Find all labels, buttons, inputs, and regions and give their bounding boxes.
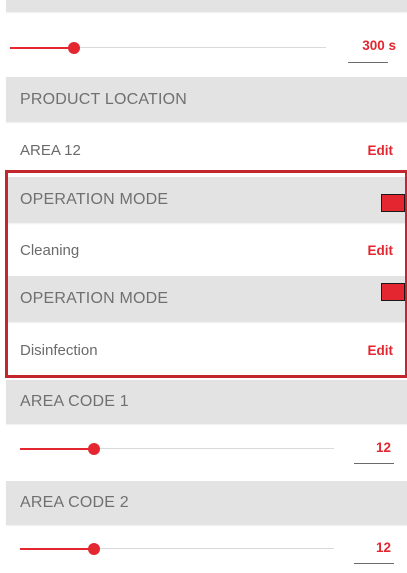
operation-mode-2-edit-button[interactable]: Edit (368, 343, 394, 358)
operation-mode-1-header: OPERATION MODE (6, 177, 407, 223)
area-code-1-track-fill (20, 448, 94, 450)
area-code-2-value[interactable]: 12 (346, 540, 391, 555)
operation-mode-2-toggle[interactable] (381, 283, 405, 301)
area-code-1-value-underline (354, 463, 394, 464)
cleaning-time-value-underline (348, 62, 388, 63)
area-code-2-header: AREA CODE 2 (6, 481, 407, 525)
operation-mode-1-edit-button[interactable]: Edit (368, 243, 394, 258)
area-code-2-track-fill (20, 548, 94, 550)
product-location-title: PRODUCT LOCATION (20, 90, 188, 108)
area-code-1-value[interactable]: 12 (346, 440, 391, 455)
area-code-1-slider-row: 12 (6, 426, 407, 478)
cleaning-time-slider-thumb[interactable] (68, 42, 80, 54)
operation-mode-2-title: OPERATION MODE (20, 290, 169, 307)
area-code-2-title: AREA CODE 2 (20, 494, 129, 511)
cleaning-time-track[interactable] (74, 47, 326, 48)
operation-mode-1-row: Cleaning Edit (6, 226, 407, 274)
area-code-2-track[interactable] (94, 548, 334, 549)
cleaning-time-track-fill (10, 47, 74, 49)
cleaning-time-value[interactable]: 300 s (346, 38, 396, 53)
product-location-edit-button[interactable]: Edit (368, 143, 394, 158)
operation-mode-1-toggle[interactable] (381, 194, 405, 212)
area-code-1-title: AREA CODE 1 (20, 393, 129, 410)
area-code-2-slider-row: 12 (6, 527, 407, 573)
area-code-1-header: AREA CODE 1 (6, 380, 407, 424)
cleaning-time-header (6, 0, 407, 12)
operation-mode-1-title: OPERATION MODE (20, 191, 169, 208)
area-code-1-slider-thumb[interactable] (88, 443, 100, 455)
operation-mode-2-value: Disinfection (20, 341, 98, 359)
operation-mode-1-value: Cleaning (20, 241, 80, 259)
area-code-2-value-underline (354, 563, 394, 564)
area-code-2-slider-thumb[interactable] (88, 543, 100, 555)
cleaning-time-slider-row: 300 s (6, 22, 407, 76)
area-code-1-track[interactable] (94, 448, 334, 449)
product-location-header: PRODUCT LOCATION (6, 77, 407, 122)
product-location-row: AREA 12 Edit (6, 126, 407, 174)
product-location-value: AREA 12 (20, 141, 81, 159)
operation-mode-2-row: Disinfection Edit (6, 325, 407, 375)
operation-mode-2-header: OPERATION MODE (6, 276, 407, 322)
